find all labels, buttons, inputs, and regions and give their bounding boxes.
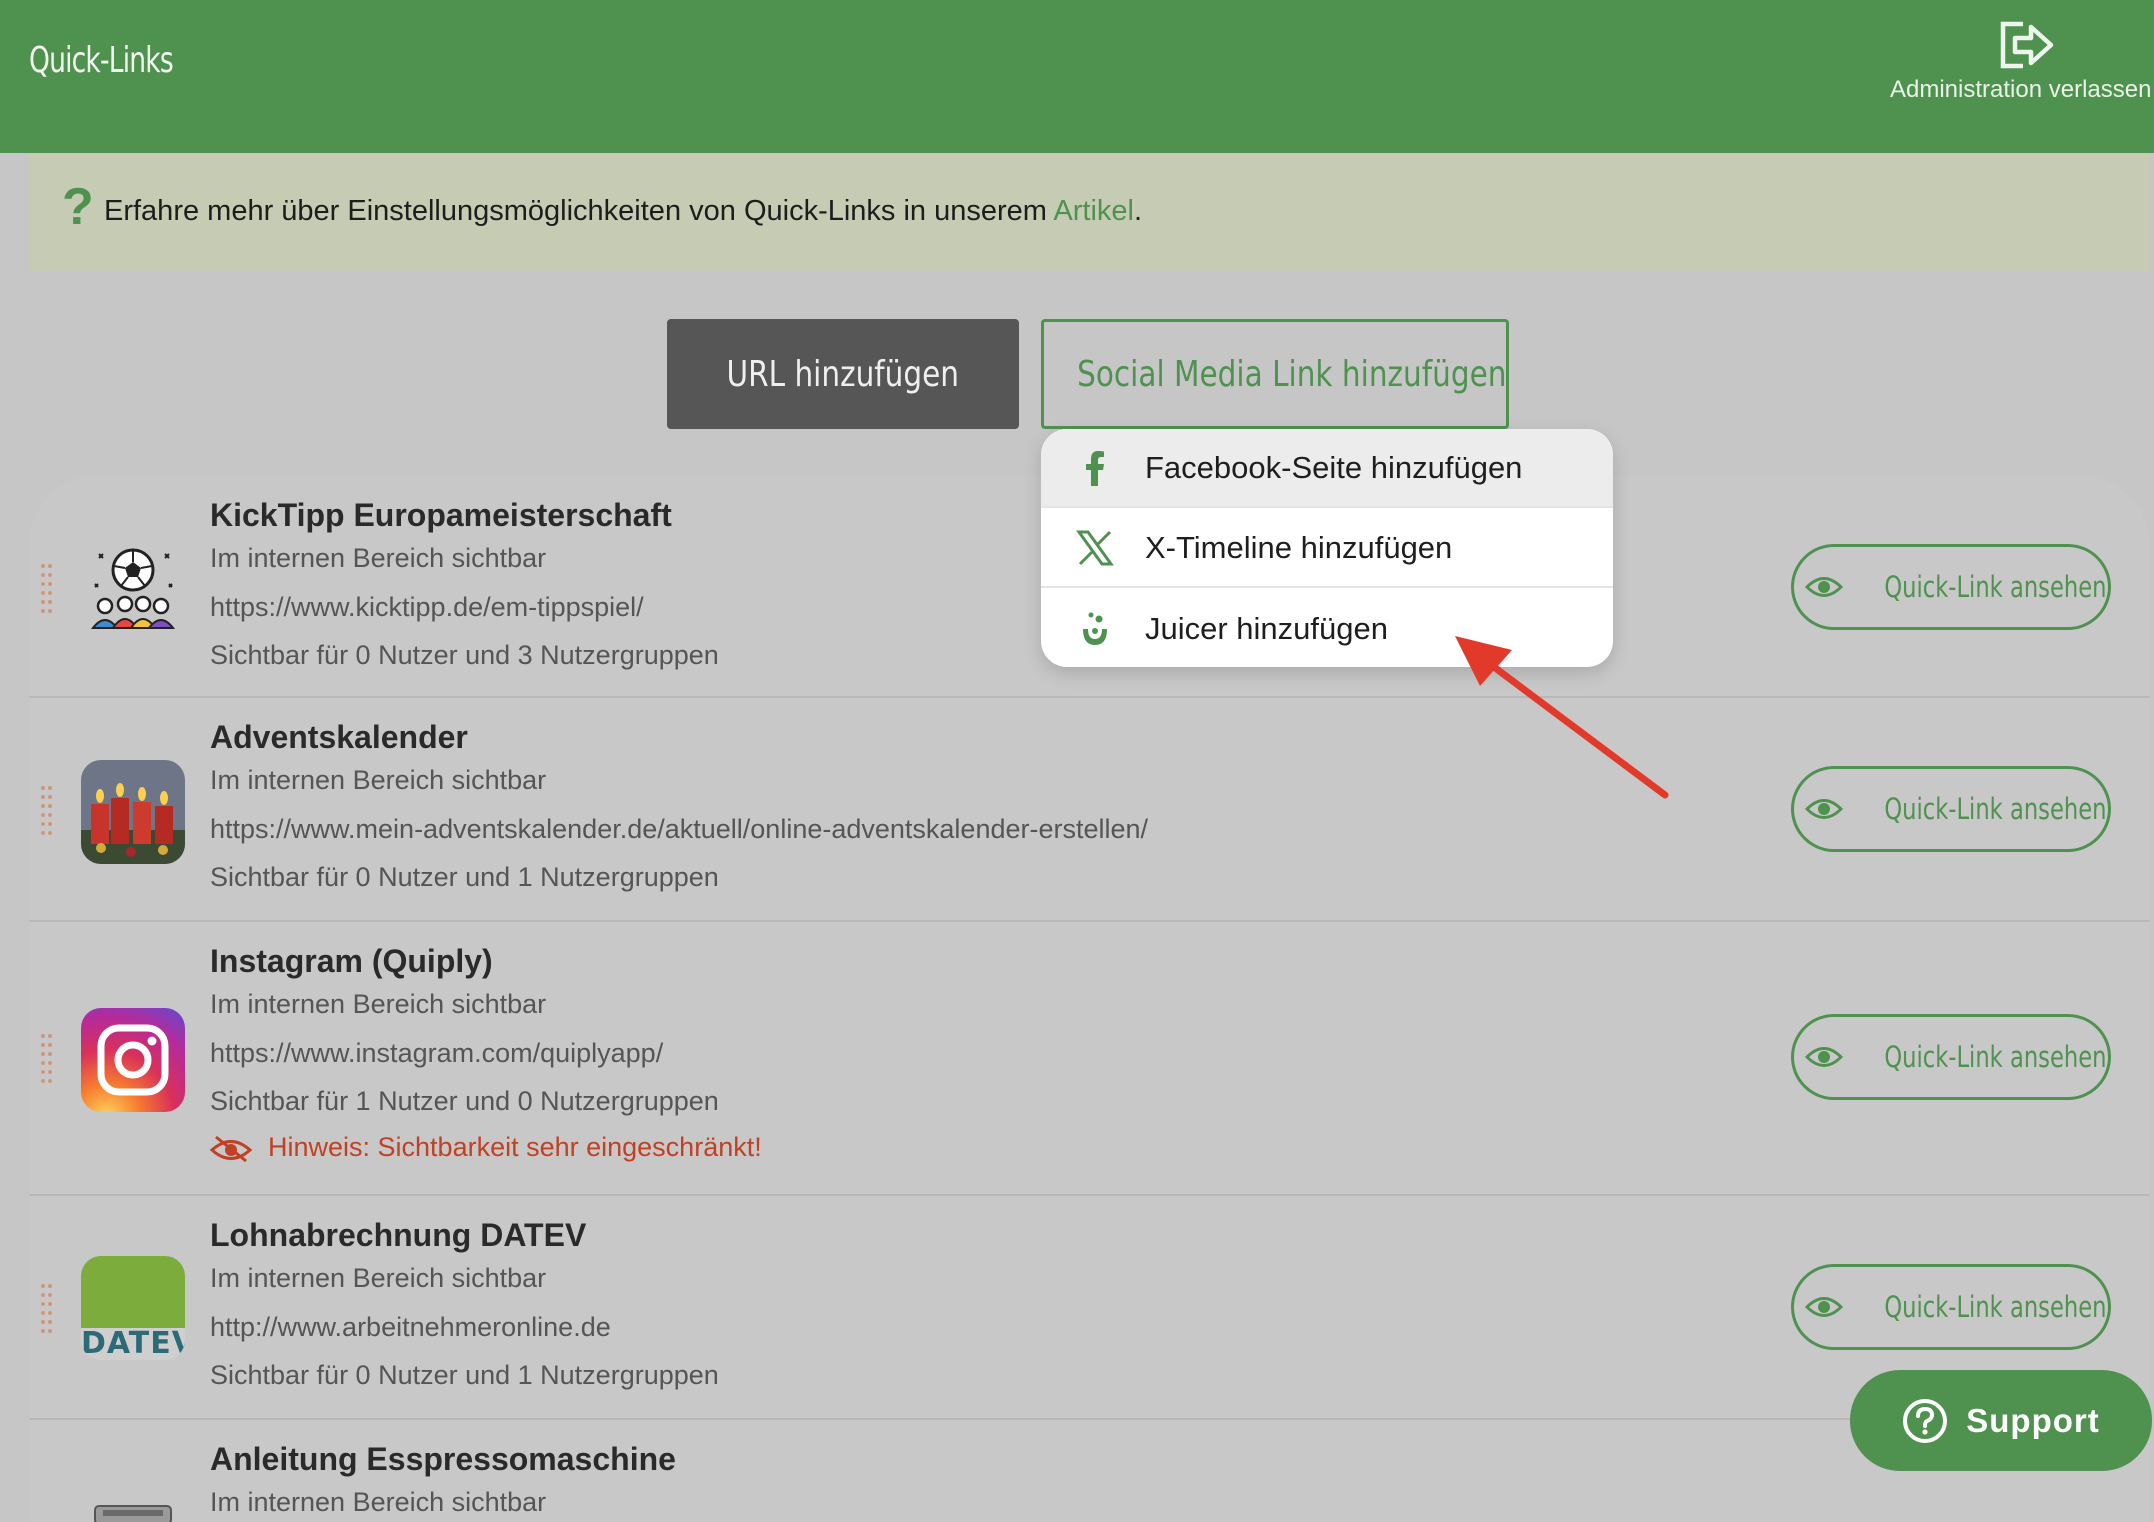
visibility-warning-text: Hinweis: Sichtbarkeit sehr eingeschränkt… xyxy=(268,1132,762,1162)
list-item: Anleitung Esspressomaschine Im internen … xyxy=(29,1420,2149,1522)
list-item: Instagram (Quiply) Im internen Bereich s… xyxy=(29,922,2149,1196)
add-url-label: URL hinzufügen xyxy=(726,353,960,395)
link-area: Im internen Bereich sichtbar xyxy=(210,989,547,1019)
datev-logo-top xyxy=(81,1256,185,1328)
view-quick-link-button[interactable]: Quick-Link ansehen xyxy=(1791,1014,2111,1100)
link-url: http://www.arbeitnehmeronline.de xyxy=(210,1312,611,1342)
view-quick-link-label: Quick-Link ansehen xyxy=(1883,570,2107,604)
link-visibility: Sichtbar für 0 Nutzer und 1 Nutzergruppe… xyxy=(210,1360,719,1390)
link-visibility: Sichtbar für 1 Nutzer und 0 Nutzergruppe… xyxy=(210,1086,719,1116)
eye-icon xyxy=(1804,1297,1843,1317)
link-title: Instagram (Quiply) xyxy=(210,943,493,979)
link-area: Im internen Bereich sichtbar xyxy=(210,1263,547,1293)
view-quick-link-button[interactable]: Quick-Link ansehen xyxy=(1791,544,2111,630)
exit-administration-button[interactable]: Administration verlassen xyxy=(1880,18,2154,118)
article-link[interactable]: Artikel xyxy=(1053,195,1134,227)
info-banner: ? Erfahre mehr über Einstellungsmöglichk… xyxy=(29,153,2149,272)
exit-administration-label: Administration verlassen xyxy=(1890,76,2152,103)
visibility-warning: Hinweis: Sichtbarkeit sehr eingeschränkt… xyxy=(210,1132,762,1163)
eye-icon xyxy=(1804,1047,1843,1067)
page-title: Quick-Links xyxy=(29,40,174,81)
link-visibility: Sichtbar für 0 Nutzer und 1 Nutzergruppe… xyxy=(210,862,719,892)
datev-logo-text: DATEV xyxy=(81,1326,185,1360)
link-url: https://www.mein-adventskalender.de/aktu… xyxy=(210,814,1149,844)
list-item: Adventskalender Im internen Bereich sich… xyxy=(29,698,2149,922)
eye-slash-icon xyxy=(210,1135,252,1163)
view-quick-link-label: Quick-Link ansehen xyxy=(1883,792,2107,826)
list-item: DATEV Lohnabrechnung DATEV Im internen B… xyxy=(29,1196,2149,1420)
dropdown-item-facebook[interactable]: Facebook-Seite hinzufügen xyxy=(1041,429,1613,508)
dropdown-item-label: Juicer hinzufügen xyxy=(1145,610,1388,646)
info-text-body: Erfahre mehr über Einstellungsmöglichkei… xyxy=(104,195,1054,227)
soccer-fans-icon xyxy=(90,548,176,629)
link-title: Anleitung Esspressomaschine xyxy=(210,1441,676,1477)
dropdown-item-juicer[interactable]: Juicer hinzufügen xyxy=(1041,589,1613,667)
link-title: Lohnabrechnung DATEV xyxy=(210,1217,587,1253)
link-area: Im internen Bereich sichtbar xyxy=(210,1487,547,1517)
eye-icon xyxy=(1804,577,1843,597)
info-text: Erfahre mehr über Einstellungsmöglichkei… xyxy=(104,195,1142,228)
support-button[interactable]: Support xyxy=(1850,1370,2152,1471)
datev-icon: DATEV xyxy=(81,1256,185,1360)
add-url-button[interactable]: URL hinzufügen xyxy=(667,319,1019,429)
support-label: Support xyxy=(1966,1401,2100,1439)
link-area: Im internen Bereich sichtbar xyxy=(210,765,547,795)
add-social-media-link-button[interactable]: Social Media Link hinzufügen xyxy=(1041,319,1509,429)
link-visibility: Sichtbar für 0 Nutzer und 3 Nutzergruppe… xyxy=(210,640,719,670)
x-icon xyxy=(1076,530,1114,565)
exit-icon xyxy=(2000,21,2054,69)
link-url: https://www.kicktipp.de/em-tippspiel/ xyxy=(210,592,644,622)
dropdown-item-label: X-Timeline hinzufügen xyxy=(1145,529,1453,565)
eye-icon xyxy=(1804,799,1843,819)
view-quick-link-label: Quick-Link ansehen xyxy=(1883,1040,2107,1074)
view-quick-link-button[interactable]: Quick-Link ansehen xyxy=(1791,766,2111,852)
help-question-icon: ? xyxy=(62,178,94,236)
instagram-icon xyxy=(81,1008,185,1112)
facebook-icon xyxy=(1086,450,1104,486)
drag-handle-icon[interactable] xyxy=(41,1034,55,1084)
dropdown-item-label: Facebook-Seite hinzufügen xyxy=(1145,449,1523,485)
info-text-end: . xyxy=(1133,195,1143,227)
link-area: Im internen Bereich sichtbar xyxy=(210,543,547,573)
drag-handle-icon[interactable] xyxy=(41,564,55,614)
drag-handle-icon[interactable] xyxy=(41,1284,55,1334)
social-media-dropdown: Facebook-Seite hinzufügen X-Timeline hin… xyxy=(1041,429,1613,667)
view-quick-link-button[interactable]: Quick-Link ansehen xyxy=(1791,1264,2111,1350)
top-bar: Quick-Links Administration verlassen xyxy=(0,0,2154,153)
link-title: KickTipp Europameisterschaft xyxy=(210,497,672,533)
espresso-machine-icon xyxy=(94,1505,172,1522)
dropdown-item-x-timeline[interactable]: X-Timeline hinzufügen xyxy=(1041,509,1613,588)
view-quick-link-label: Quick-Link ansehen xyxy=(1883,1290,2107,1324)
advent-candles-icon xyxy=(81,760,185,864)
question-circle-icon xyxy=(1903,1398,1948,1443)
link-url: https://www.instagram.com/quiplyapp/ xyxy=(210,1038,664,1068)
link-title: Adventskalender xyxy=(210,719,468,755)
juicer-icon xyxy=(1083,612,1107,645)
add-social-media-label: Social Media Link hinzufügen xyxy=(1077,353,1507,395)
drag-handle-icon[interactable] xyxy=(41,786,55,836)
